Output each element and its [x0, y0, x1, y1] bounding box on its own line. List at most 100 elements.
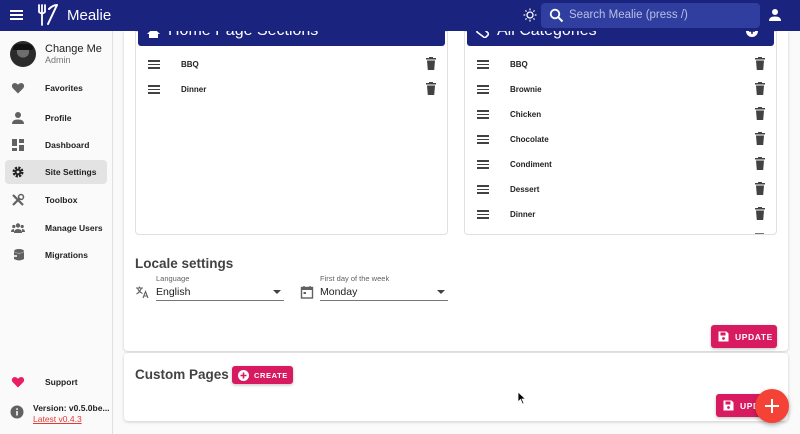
sidebar-item-profile[interactable]: Profile: [5, 106, 107, 130]
user-name: Change Me: [45, 43, 102, 55]
avatar: [10, 41, 36, 67]
sidebar-item-favorites[interactable]: Favorites: [5, 76, 107, 100]
drag-handle-icon[interactable]: [477, 110, 489, 119]
categories-panel: BBQ Brownie Chicken Chocolate Condiment …: [464, 31, 777, 235]
panel-title: Home Page Sections: [168, 31, 318, 40]
delete-icon[interactable]: [754, 82, 766, 95]
list-item[interactable]: Dessert: [465, 177, 776, 202]
drag-handle-icon[interactable]: [477, 185, 489, 194]
menu-icon[interactable]: [10, 8, 24, 22]
sidebar-item-label: Dashboard: [45, 140, 90, 150]
sidebar-item-label: Profile: [45, 113, 72, 123]
create-page-button[interactable]: CREATE: [232, 366, 293, 384]
account-icon[interactable]: [768, 8, 782, 22]
mealie-logo-icon[interactable]: [36, 4, 60, 26]
locale-section-title: Locale settings: [135, 256, 234, 271]
section-label: Dinner: [181, 85, 207, 94]
language-select[interactable]: Language English: [156, 274, 284, 304]
home-icon: [147, 31, 160, 38]
user-profile[interactable]: Change Me Admin: [10, 41, 110, 71]
save-icon: [718, 331, 729, 342]
delete-icon[interactable]: [754, 132, 766, 145]
panel-title: All Categories: [497, 31, 597, 40]
delete-icon[interactable]: [754, 57, 766, 70]
list-item[interactable]: Chicken: [465, 102, 776, 127]
sidebar-item-label: Site Settings: [45, 167, 97, 177]
partial-delete-icon: [755, 233, 764, 234]
drag-handle-icon[interactable]: [477, 135, 489, 144]
delete-icon[interactable]: [425, 57, 437, 70]
section-label: BBQ: [181, 60, 199, 69]
list-item[interactable]: Chocolate: [465, 127, 776, 152]
add-fab-button[interactable]: [755, 389, 789, 423]
user-role: Admin: [45, 55, 71, 65]
search-icon: [549, 8, 564, 23]
list-item[interactable]: BBQ: [136, 52, 447, 77]
drag-handle-icon[interactable]: [477, 85, 489, 94]
list-item[interactable]: BBQ: [465, 52, 776, 77]
delete-icon[interactable]: [754, 182, 766, 195]
tag-icon: [476, 31, 489, 38]
sidebar-item-site-settings[interactable]: Site Settings: [5, 160, 107, 184]
search-input[interactable]: Search Mealie (press /): [541, 3, 760, 28]
delete-icon[interactable]: [754, 107, 766, 120]
theme-toggle-icon[interactable]: [523, 8, 537, 22]
category-label: Dessert: [510, 185, 540, 194]
dashboard-icon: [12, 139, 24, 151]
sidebar-item-label: Migrations: [45, 250, 88, 260]
person-icon: [12, 112, 24, 124]
group-icon: [11, 223, 25, 233]
add-category-icon[interactable]: [745, 31, 759, 37]
language-label: Language: [156, 274, 190, 283]
sidebar-item-migrations[interactable]: Migrations: [5, 243, 107, 267]
categories-header: All Categories: [467, 31, 774, 46]
list-item[interactable]: Dinner: [465, 202, 776, 227]
search-placeholder: Search Mealie (press /): [569, 9, 688, 21]
tools-icon: [12, 193, 25, 206]
sidebar-item-manage-users[interactable]: Manage Users: [5, 216, 107, 240]
update-button-label: UPDATE: [735, 332, 773, 342]
category-label: Dinner: [510, 210, 536, 219]
drag-handle-icon[interactable]: [148, 85, 160, 94]
category-label: BBQ: [510, 60, 528, 69]
database-import-icon: [11, 249, 24, 261]
delete-icon[interactable]: [425, 82, 437, 95]
heart-icon: [11, 376, 25, 388]
list-item[interactable]: Dinner: [136, 77, 447, 102]
first-day-select[interactable]: First day of the week Monday: [320, 274, 448, 304]
custom-pages-card: [124, 353, 788, 421]
category-label: Condiment: [510, 160, 552, 169]
sidebar-item-toolbox[interactable]: Toolbox: [5, 188, 107, 212]
list-item[interactable]: Condiment: [465, 152, 776, 177]
drag-handle-icon[interactable]: [477, 210, 489, 219]
drag-handle-icon[interactable]: [477, 60, 489, 69]
list-item[interactable]: Brownie: [465, 77, 776, 102]
translate-icon: [136, 286, 149, 299]
drag-handle-icon[interactable]: [477, 160, 489, 169]
category-label: Brownie: [510, 85, 542, 94]
plus-circle-icon: [238, 369, 249, 381]
sidebar-item-label: Favorites: [45, 83, 83, 93]
first-day-label: First day of the week: [320, 274, 390, 283]
sidebar-item-dashboard[interactable]: Dashboard: [5, 133, 107, 157]
drag-handle-icon[interactable]: [148, 60, 160, 69]
info-icon: [10, 405, 24, 419]
create-button-label: CREATE: [254, 371, 288, 380]
sidebar-item-label: Manage Users: [45, 223, 103, 233]
dropdown-arrow-icon: [437, 290, 445, 294]
latest-version-link[interactable]: Latest v0.4.3: [33, 414, 82, 424]
gear-icon: [12, 166, 24, 178]
update-locale-button[interactable]: UPDATE: [711, 325, 777, 348]
sidebar-item-support[interactable]: Support: [5, 370, 107, 394]
version-text: Version: v0.5.0be...: [33, 403, 110, 413]
save-icon: [723, 400, 734, 411]
app-title[interactable]: Mealie: [67, 7, 111, 24]
delete-icon[interactable]: [754, 207, 766, 220]
sidebar: Change Me Admin Favorites Profile Dashbo…: [0, 31, 113, 434]
first-day-value: Monday: [320, 286, 358, 298]
delete-icon[interactable]: [754, 157, 766, 170]
mouse-cursor-icon: [517, 391, 527, 405]
heart-icon: [11, 82, 25, 94]
custom-pages-title: Custom Pages: [135, 367, 229, 382]
calendar-icon: [300, 286, 314, 299]
